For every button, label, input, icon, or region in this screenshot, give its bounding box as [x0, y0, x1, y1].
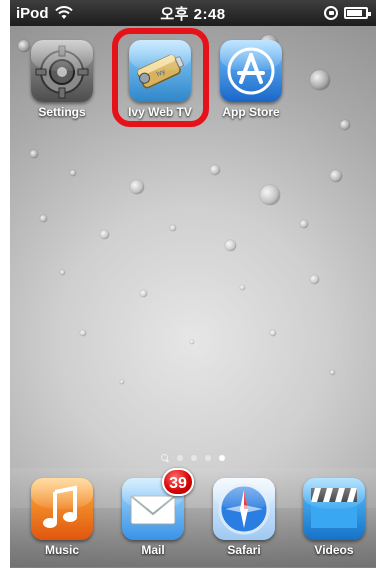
- highlight-box: [112, 28, 209, 127]
- rotation-lock-icon: [324, 6, 338, 20]
- app-label-videos: Videos: [314, 543, 354, 557]
- carrier-label: iPod: [16, 4, 49, 22]
- page-dot[interactable]: [191, 455, 197, 461]
- app-label-safari: Safari: [227, 543, 261, 557]
- status-bar: iPod 오후 2:48: [10, 0, 376, 26]
- wifi-icon: [54, 6, 73, 20]
- app-app-store[interactable]: App Store: [211, 40, 291, 119]
- dock-app-mail[interactable]: 39 Mail: [113, 468, 194, 557]
- app-label-settings: Settings: [38, 105, 86, 119]
- spotlight-search-icon[interactable]: [161, 454, 169, 462]
- page-dot[interactable]: [205, 455, 211, 461]
- mail-unread-badge: 39: [162, 468, 194, 496]
- dock-app-safari[interactable]: Safari: [204, 478, 284, 557]
- status-time: 오후 2:48: [160, 5, 226, 23]
- dock-app-videos[interactable]: Videos: [294, 478, 374, 557]
- music-note-icon: [31, 478, 93, 540]
- page-indicator[interactable]: [10, 454, 376, 462]
- battery-icon: [344, 7, 371, 19]
- home-screen: iPod 오후 2:48 Settings Ivy Ivy Web TV App…: [10, 0, 376, 568]
- safari-compass-icon: [213, 478, 275, 540]
- dock-app-music[interactable]: Music: [22, 478, 102, 557]
- battery-level: [347, 10, 362, 16]
- app-label-music: Music: [44, 543, 79, 557]
- clapperboard-icon: [303, 478, 365, 540]
- settings-gear-icon: [31, 40, 93, 102]
- app-settings[interactable]: Settings: [22, 40, 102, 119]
- app-label-mail: Mail: [141, 543, 165, 557]
- app-store-icon: [220, 40, 282, 102]
- app-label-app-store: App Store: [222, 105, 280, 119]
- page-dot[interactable]: [177, 455, 183, 461]
- mail-envelope-icon: 39: [122, 468, 194, 540]
- page-dot-current[interactable]: [219, 455, 225, 461]
